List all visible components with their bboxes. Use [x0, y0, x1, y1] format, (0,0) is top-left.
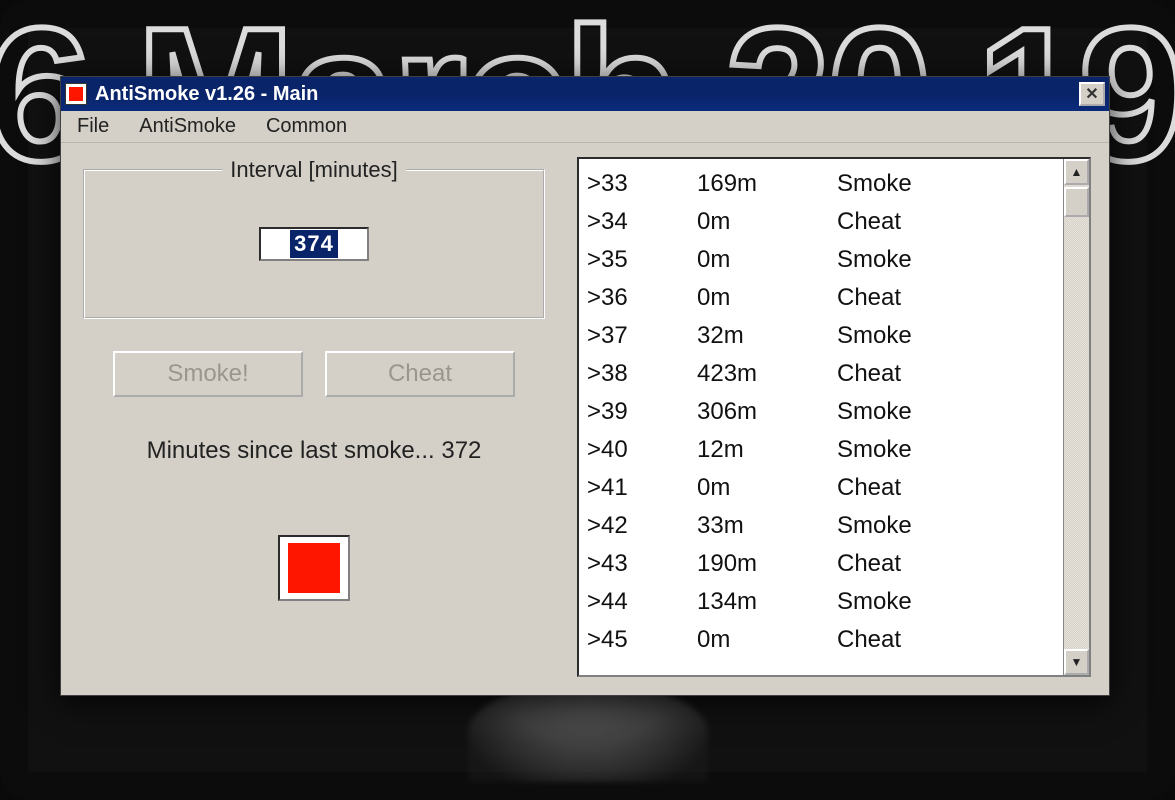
list-item[interactable]: >33169mSmoke — [587, 165, 1055, 203]
log-time: 134m — [697, 583, 837, 621]
list-item[interactable]: >4012mSmoke — [587, 431, 1055, 469]
log-time: 190m — [697, 545, 837, 583]
log-time: 12m — [697, 431, 837, 469]
scroll-up-button[interactable]: ▲ — [1064, 159, 1089, 185]
log-time: 169m — [697, 165, 837, 203]
log-index: >36 — [587, 279, 697, 317]
log-action: Cheat — [837, 545, 1055, 583]
log-action: Cheat — [837, 621, 1055, 659]
left-pane: Interval [minutes] 374 Smoke! Cheat Minu… — [79, 157, 549, 677]
interval-input[interactable]: 374 — [259, 227, 369, 261]
scrollbar[interactable]: ▲ ▼ — [1063, 159, 1089, 675]
client-area: Interval [minutes] 374 Smoke! Cheat Minu… — [61, 143, 1109, 695]
log-rows: >33169mSmoke>340mCheat>350mSmoke>360mChe… — [579, 159, 1063, 675]
titlebar[interactable]: AntiSmoke v1.26 - Main ✕ — [61, 77, 1109, 111]
log-action: Cheat — [837, 355, 1055, 393]
log-action: Cheat — [837, 203, 1055, 241]
log-index: >40 — [587, 431, 697, 469]
log-index: >44 — [587, 583, 697, 621]
list-item[interactable]: >44134mSmoke — [587, 583, 1055, 621]
status-line: Minutes since last smoke... 372 — [79, 437, 549, 465]
log-time: 0m — [697, 469, 837, 507]
list-item[interactable]: >38423mCheat — [587, 355, 1055, 393]
log-action: Cheat — [837, 279, 1055, 317]
arrow-down-icon: ▼ — [1071, 655, 1083, 669]
log-time: 32m — [697, 317, 837, 355]
log-index: >35 — [587, 241, 697, 279]
status-value: 372 — [441, 437, 481, 464]
close-icon: ✕ — [1085, 84, 1098, 104]
scroll-down-button[interactable]: ▼ — [1064, 649, 1089, 675]
log-time: 306m — [697, 393, 837, 431]
log-index: >39 — [587, 393, 697, 431]
log-index: >37 — [587, 317, 697, 355]
log-time: 0m — [697, 279, 837, 317]
interval-group: Interval [minutes] 374 — [83, 169, 545, 319]
button-row: Smoke! Cheat — [79, 351, 549, 397]
status-prefix: Minutes since last smoke... — [147, 437, 442, 464]
list-item[interactable]: >39306mSmoke — [587, 393, 1055, 431]
log-time: 0m — [697, 241, 837, 279]
log-action: Cheat — [837, 469, 1055, 507]
list-item[interactable]: >350mSmoke — [587, 241, 1055, 279]
smoke-button[interactable]: Smoke! — [113, 351, 303, 397]
close-button[interactable]: ✕ — [1079, 82, 1105, 106]
log-action: Smoke — [837, 431, 1055, 469]
list-item[interactable]: >360mCheat — [587, 279, 1055, 317]
log-time: 0m — [697, 203, 837, 241]
interval-group-label: Interval [minutes] — [222, 157, 406, 183]
interval-value: 374 — [290, 230, 338, 258]
red-square-icon — [288, 543, 340, 593]
list-item[interactable]: >450mCheat — [587, 621, 1055, 659]
list-item[interactable]: >4233mSmoke — [587, 507, 1055, 545]
log-time: 0m — [697, 621, 837, 659]
app-window: AntiSmoke v1.26 - Main ✕ File AntiSmoke … — [60, 76, 1110, 696]
list-item[interactable]: >340mCheat — [587, 203, 1055, 241]
scroll-track[interactable] — [1064, 185, 1089, 649]
log-time: 33m — [697, 507, 837, 545]
scroll-thumb[interactable] — [1064, 187, 1089, 217]
log-action: Smoke — [837, 241, 1055, 279]
log-index: >41 — [587, 469, 697, 507]
list-item[interactable]: >3732mSmoke — [587, 317, 1055, 355]
log-time: 423m — [697, 355, 837, 393]
menu-file[interactable]: File — [67, 112, 119, 141]
status-indicator — [278, 535, 350, 601]
menubar: File AntiSmoke Common — [61, 111, 1109, 143]
wallpaper-curve — [468, 682, 708, 782]
log-listbox[interactable]: >33169mSmoke>340mCheat>350mSmoke>360mChe… — [577, 157, 1091, 677]
menu-antismoke[interactable]: AntiSmoke — [129, 112, 246, 141]
log-index: >33 — [587, 165, 697, 203]
log-action: Smoke — [837, 317, 1055, 355]
menu-common[interactable]: Common — [256, 112, 357, 141]
list-item[interactable]: >43190mCheat — [587, 545, 1055, 583]
arrow-up-icon: ▲ — [1071, 165, 1083, 179]
log-action: Smoke — [837, 583, 1055, 621]
cheat-button[interactable]: Cheat — [325, 351, 515, 397]
log-index: >38 — [587, 355, 697, 393]
log-index: >42 — [587, 507, 697, 545]
log-action: Smoke — [837, 507, 1055, 545]
log-action: Smoke — [837, 393, 1055, 431]
log-index: >43 — [587, 545, 697, 583]
list-item[interactable]: >410mCheat — [587, 469, 1055, 507]
log-index: >34 — [587, 203, 697, 241]
log-action: Smoke — [837, 165, 1055, 203]
app-icon — [65, 83, 87, 105]
log-index: >45 — [587, 621, 697, 659]
window-title: AntiSmoke v1.26 - Main — [95, 83, 1079, 106]
